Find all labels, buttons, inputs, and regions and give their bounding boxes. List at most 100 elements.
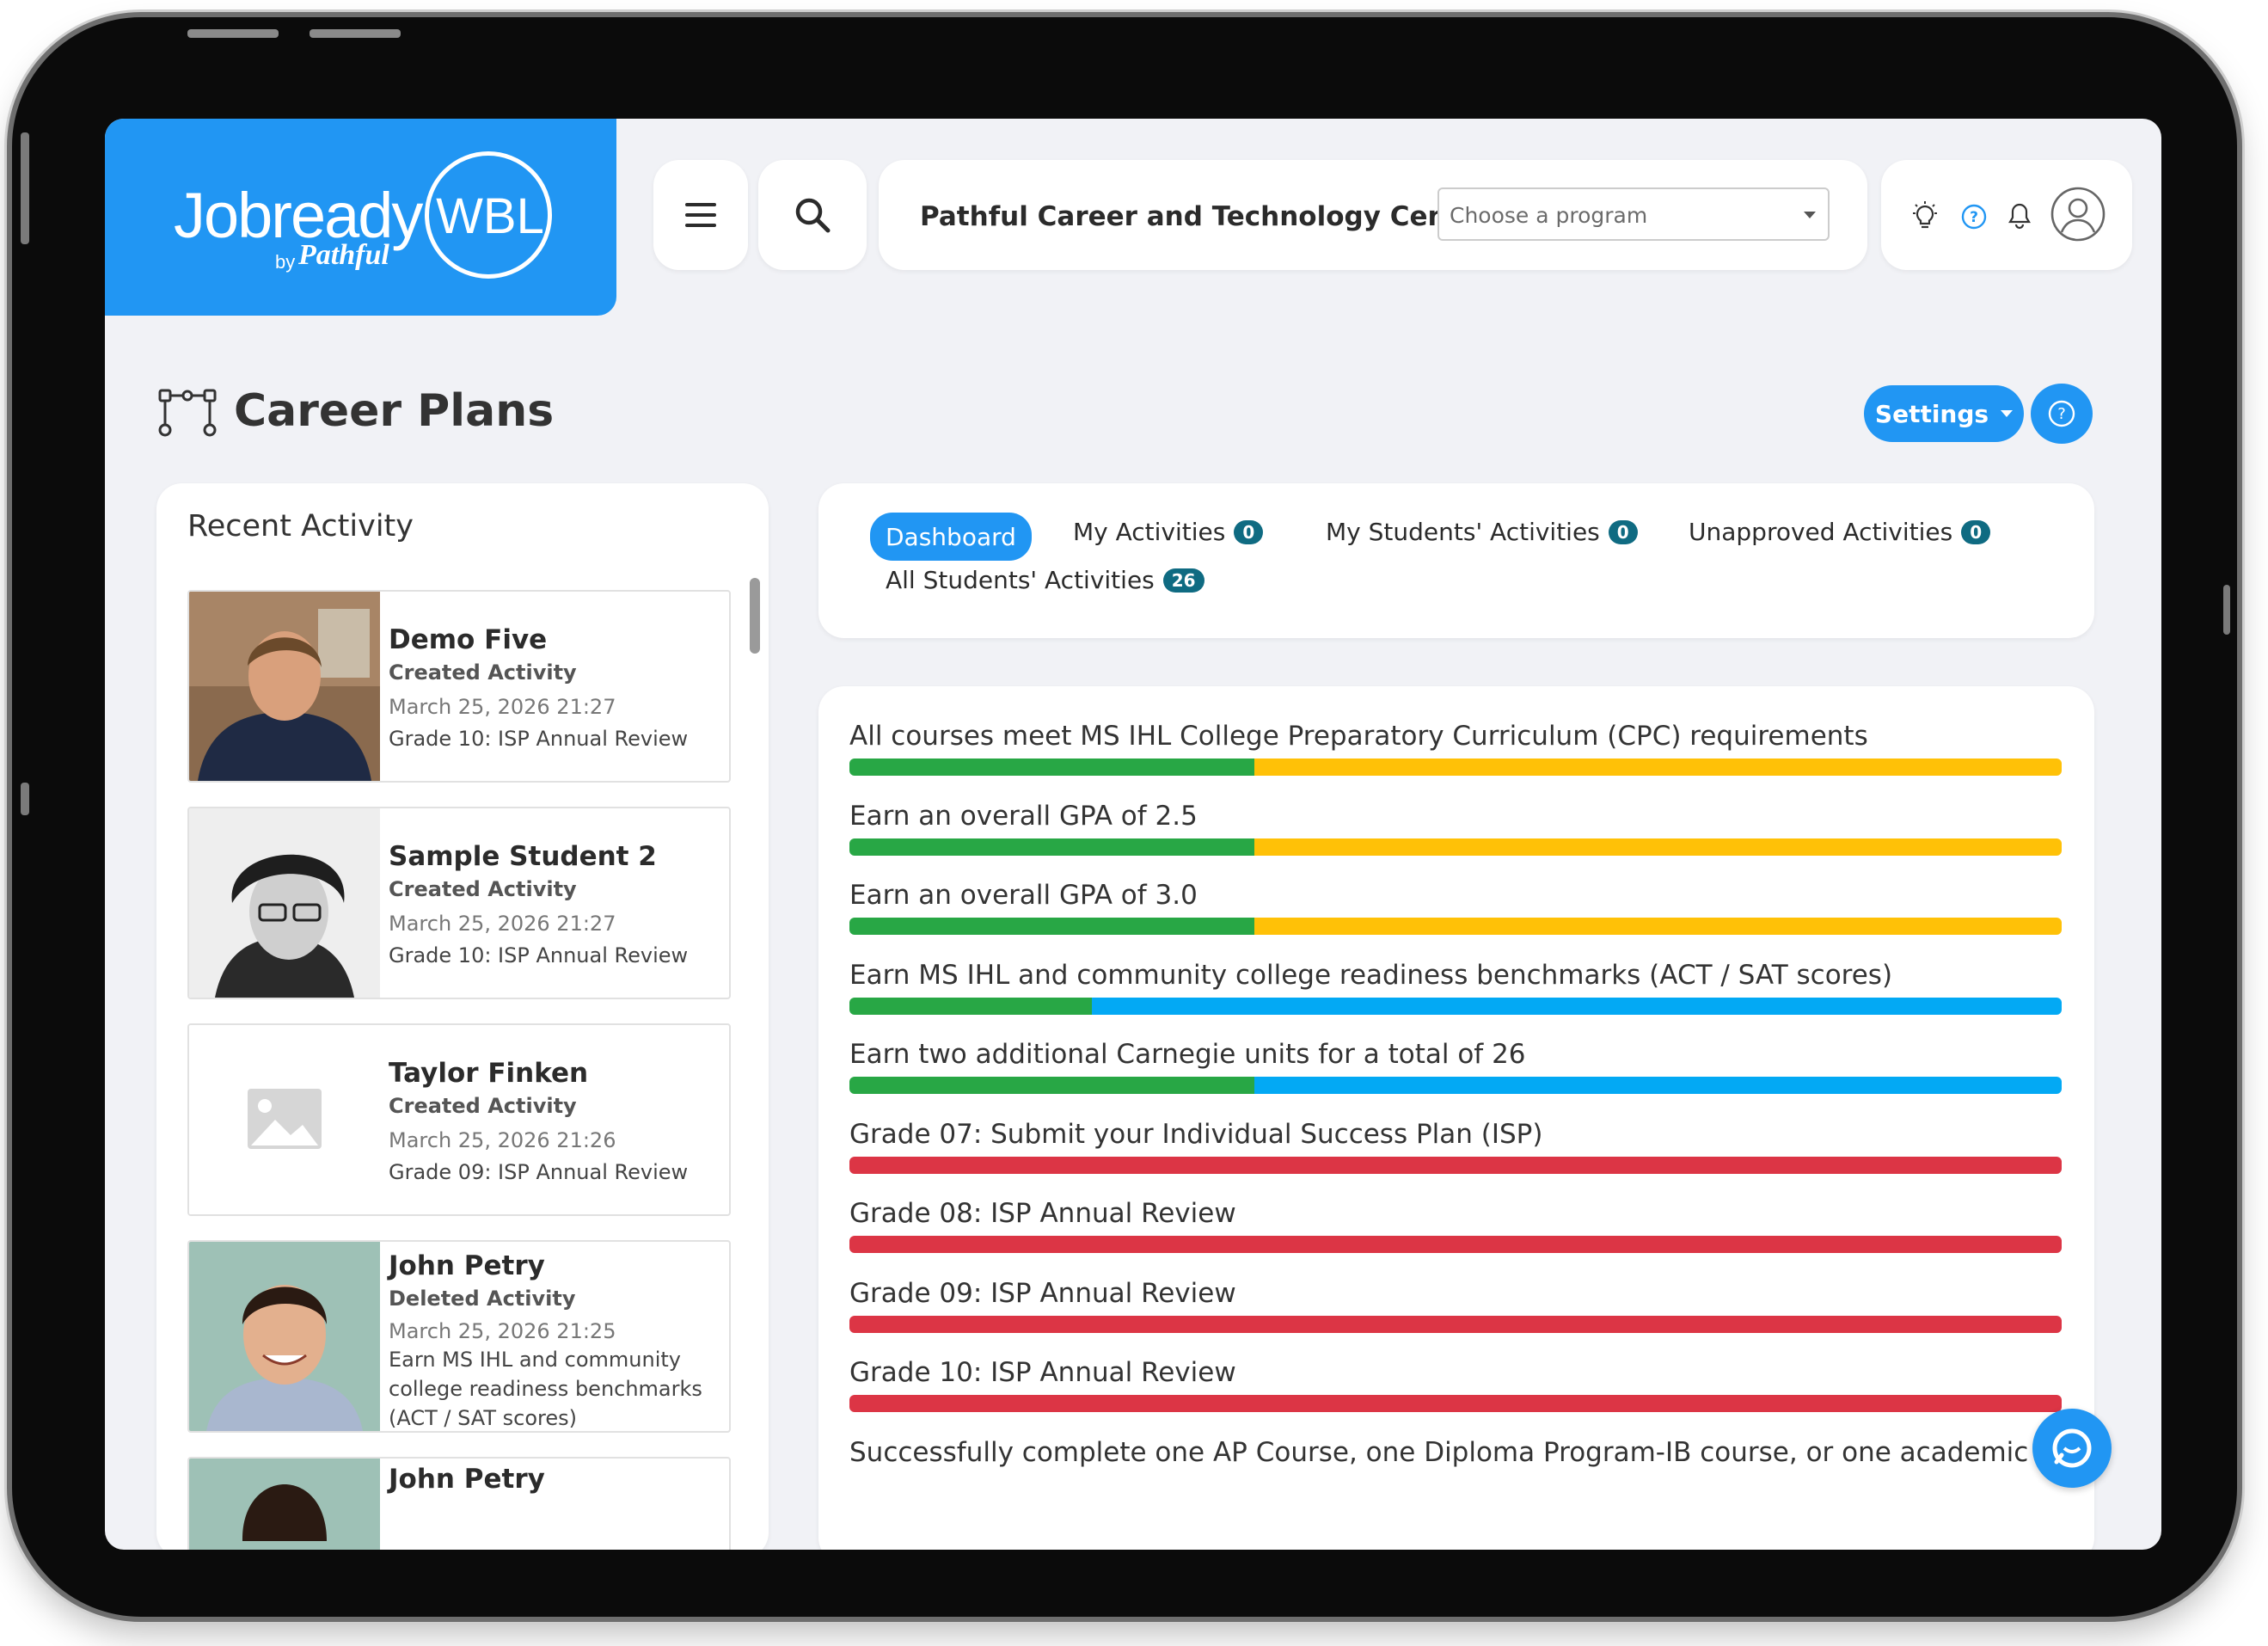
placeholder-image-icon [189, 1025, 380, 1214]
tab-dashboard[interactable]: Dashboard [870, 513, 1032, 561]
search-icon [795, 198, 831, 233]
recent-activity-title: Recent Activity [187, 509, 414, 544]
goal-label: All courses meet MS IHL College Preparat… [849, 721, 1868, 752]
program-select-placeholder: Choose a program [1450, 203, 1648, 228]
activity-action: Created Activity [389, 660, 577, 685]
org-name: Pathful Career and Technology Center [920, 201, 1491, 232]
activity-action: Deleted Activity [389, 1287, 576, 1311]
goal-label: Grade 08: ISP Annual Review [849, 1198, 1236, 1229]
activity-item[interactable]: Taylor Finken Created Activity March 25,… [187, 1023, 731, 1216]
progress-segment-red [849, 1395, 2062, 1412]
user-toolbar: ? [1881, 160, 2132, 270]
goal-progress-bar [849, 1236, 2062, 1253]
progress-segment-red [849, 1315, 2062, 1333]
tab-unapproved-activities[interactable]: Unapproved Activities 0 [1689, 518, 1991, 546]
tab-all-students-activities[interactable]: All Students' Activities 26 [886, 566, 1204, 594]
chat-button[interactable] [2032, 1409, 2112, 1488]
goal-row[interactable]: Grade 07: Submit your Individual Success… [849, 1119, 2062, 1174]
camera-dot [21, 783, 29, 815]
career-path-icon [158, 389, 217, 437]
bell-icon[interactable] [2007, 201, 2032, 230]
app-screen: Jobready WBL by Pathful Pathful Career a… [105, 119, 2161, 1550]
progress-segment-green [849, 918, 1254, 935]
activity-description: Grade 10: ISP Annual Review [389, 943, 689, 967]
activity-tabs: Dashboard My Activities 0 My Students' A… [818, 483, 2094, 638]
goal-label: Grade 07: Submit your Individual Success… [849, 1118, 1543, 1150]
count-badge: 26 [1162, 568, 1204, 593]
scrollbar-thumb[interactable] [750, 578, 760, 654]
tab-my-students-activities[interactable]: My Students' Activities 0 [1326, 518, 1638, 546]
activity-date: March 25, 2026 21:25 [389, 1319, 616, 1343]
activity-item[interactable]: Sample Student 2 Created Activity March … [187, 807, 731, 999]
chevron-down-icon [1804, 212, 1816, 218]
lightbulb-icon[interactable] [1910, 201, 1940, 232]
app-logo[interactable]: Jobready WBL by Pathful [105, 119, 616, 316]
tab-label: Unapproved Activities [1689, 518, 1953, 546]
activity-item[interactable]: John Petry Deleted Activity March 25, 20… [187, 1240, 731, 1433]
svg-text:?: ? [1970, 209, 1978, 226]
progress-segment-red [849, 1236, 2062, 1253]
goal-row[interactable]: Earn two additional Carnegie units for a… [849, 1039, 2062, 1094]
progress-segment-green [849, 838, 1254, 856]
activity-description: Earn MS IHL and community college readin… [389, 1348, 702, 1430]
settings-button[interactable]: Settings [1864, 385, 2024, 442]
goal-row[interactable]: Grade 09: ISP Annual Review [849, 1278, 2062, 1333]
goal-progress-bar [849, 838, 2062, 856]
page-help-button[interactable]: ? [2031, 384, 2093, 444]
tab-label: All Students' Activities [886, 566, 1155, 594]
progress-segment-green [849, 997, 1092, 1015]
student-photo [189, 808, 380, 998]
activity-student-name: John Petry [389, 1250, 545, 1281]
search-button[interactable] [758, 160, 867, 270]
goal-progress-bar [849, 918, 2062, 935]
progress-segment-green [849, 1077, 1254, 1094]
goal-progress-bar [849, 1315, 2062, 1333]
user-avatar-icon[interactable] [2050, 186, 2106, 243]
settings-label: Settings [1874, 399, 1989, 428]
activity-item[interactable]: John Petry [187, 1457, 731, 1550]
count-badge: 0 [1608, 519, 1638, 544]
tab-my-activities[interactable]: My Activities 0 [1073, 518, 1264, 546]
goal-progress-bar [849, 997, 2062, 1015]
goal-row[interactable]: Grade 10: ISP Annual Review [849, 1357, 2062, 1412]
activity-date: March 25, 2026 21:27 [389, 695, 616, 719]
progress-segment-yellow [1254, 918, 2062, 935]
goal-row[interactable]: Earn MS IHL and community college readin… [849, 960, 2062, 1015]
goal-row[interactable]: All courses meet MS IHL College Preparat… [849, 721, 2062, 776]
goal-label: Earn an overall GPA of 3.0 [849, 880, 1198, 911]
recent-activity-panel: Recent Activity Demo Five Created Activi… [156, 483, 769, 1550]
progress-segment-green [849, 759, 1254, 776]
goal-label: Earn MS IHL and community college readin… [849, 959, 1893, 991]
goal-label: Earn two additional Carnegie units for a… [849, 1039, 1526, 1070]
activity-description: Grade 09: ISP Annual Review [389, 1160, 689, 1184]
goal-label: Successfully complete one AP Course, one… [849, 1436, 2094, 1468]
chevron-down-icon [2001, 410, 2014, 417]
count-badge: 0 [1961, 519, 1991, 544]
hardware-button [187, 29, 279, 38]
goal-label: Earn an overall GPA of 2.5 [849, 800, 1198, 832]
hardware-button [2223, 585, 2230, 635]
student-photo [189, 1242, 380, 1431]
goal-row[interactable]: Earn an overall GPA of 2.5 [849, 801, 2062, 856]
goal-progress-bar [849, 1395, 2062, 1412]
goal-row[interactable]: Earn an overall GPA of 3.0 [849, 880, 2062, 935]
progress-segment-blue [1092, 997, 2062, 1015]
hardware-button [21, 132, 29, 244]
activity-date: March 25, 2026 21:26 [389, 1128, 616, 1152]
activity-student-name: John Petry [389, 1464, 545, 1495]
progress-segment-red [849, 1156, 2062, 1174]
progress-segment-blue [1254, 1077, 2062, 1094]
menu-button[interactable] [653, 160, 748, 270]
goal-progress-bar [849, 1156, 2062, 1174]
page-title: Career Plans [234, 385, 555, 437]
logo-wbl: WBL [436, 188, 544, 244]
help-icon[interactable]: ? [1960, 203, 1988, 230]
activity-action: Created Activity [389, 1094, 577, 1118]
goal-row[interactable]: Successfully complete one AP Course, one… [849, 1436, 2094, 1468]
org-bar: Pathful Career and Technology Center Cho… [879, 160, 1867, 270]
program-select[interactable]: Choose a program [1437, 187, 1830, 241]
goal-row[interactable]: Grade 08: ISP Annual Review [849, 1198, 2062, 1253]
tab-label: My Activities [1073, 518, 1226, 546]
activity-item[interactable]: Demo Five Created Activity March 25, 202… [187, 590, 731, 783]
chat-icon [2052, 1428, 2092, 1468]
